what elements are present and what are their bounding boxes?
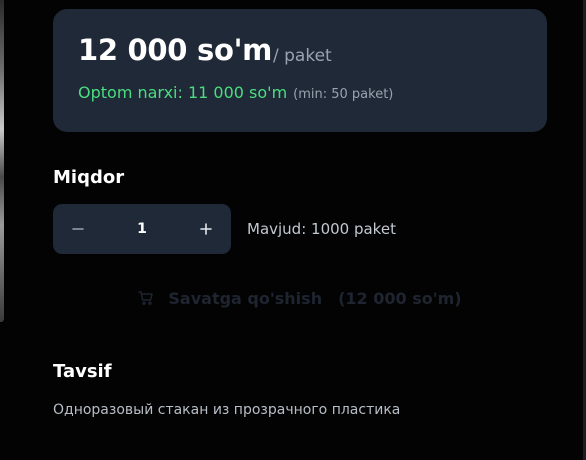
wholesale-min-quantity: (min: 50 paket)	[293, 87, 394, 102]
quantity-input[interactable]: 1	[103, 204, 181, 254]
price-card: 12 000 so'm / paket Optom narxi: 11 000 …	[53, 9, 547, 132]
product-detail-panel: 12 000 so'm / paket Optom narxi: 11 000 …	[0, 0, 586, 460]
cart-icon	[138, 290, 154, 306]
stock-availability: Mavjud: 1000 paket	[247, 220, 396, 238]
add-to-cart-button[interactable]: Savatga qo'shish (12 000 so'm)	[53, 276, 547, 320]
minus-icon	[72, 228, 84, 230]
wholesale-price-row: Optom narxi: 11 000 so'm (min: 50 paket)	[78, 83, 393, 102]
price-unit: / paket	[273, 46, 332, 66]
increase-quantity-button[interactable]	[181, 204, 231, 254]
description-title: Tavsif	[53, 361, 112, 382]
quantity-title: Miqdor	[53, 167, 125, 188]
decrease-quantity-button[interactable]	[53, 204, 103, 254]
plus-icon	[200, 223, 212, 235]
quantity-stepper: 1	[53, 204, 231, 254]
product-price: 12 000 so'm	[78, 33, 273, 67]
product-image-edge	[0, 0, 4, 322]
add-to-cart-label: Savatga qo'shish	[168, 288, 323, 308]
wholesale-price: Optom narxi: 11 000 so'm	[78, 83, 288, 102]
add-to-cart-price: (12 000 so'm)	[338, 288, 462, 308]
description-text: Одноразовый стакан из прозрачного пласти…	[53, 402, 401, 418]
